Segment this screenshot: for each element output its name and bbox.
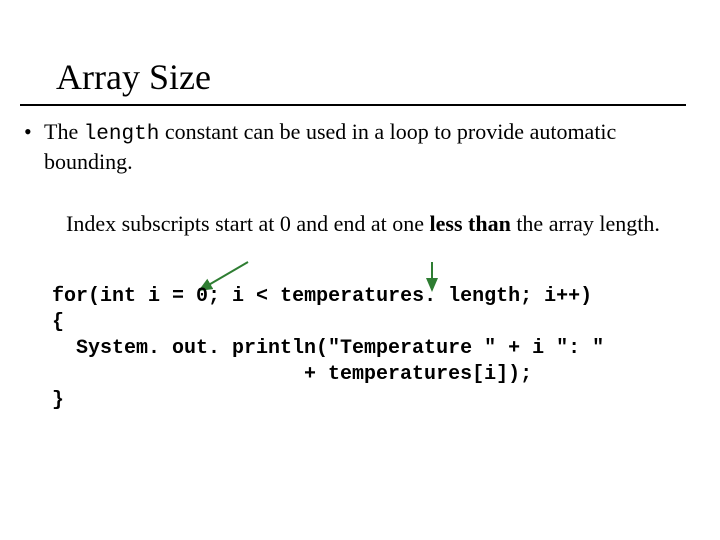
code-line-1a: for(int i = 0; i — [52, 285, 256, 308]
slide: Array Size • The length constant can be … — [0, 0, 720, 540]
bullet-text: The length constant can be used in a loo… — [44, 118, 684, 176]
code-block: for(int i = 0; i < temperatures. length;… — [52, 284, 692, 414]
code-line-4: + temperatures[i]); — [52, 363, 532, 386]
body-text: • The length constant can be used in a l… — [24, 118, 684, 176]
code-line-2: { — [52, 311, 64, 334]
code-line-1b: temperatures. length; i++) — [268, 285, 592, 308]
bullet-pre: The — [44, 119, 84, 144]
title-underline — [20, 104, 686, 106]
note-emph: less than — [430, 211, 511, 236]
note-pre: Index subscripts start at 0 and end at o… — [66, 211, 430, 236]
code-line-3: System. out. println("Temperature " + i … — [52, 337, 604, 360]
note-text: Index subscripts start at 0 and end at o… — [66, 210, 666, 238]
slide-title: Array Size — [56, 56, 211, 98]
bullet-dot: • — [24, 118, 44, 146]
bullet-item: • The length constant can be used in a l… — [24, 118, 684, 176]
code-lt: < — [256, 285, 268, 308]
note-post: the array length. — [511, 211, 660, 236]
inline-code-length: length — [84, 123, 160, 146]
code-line-5: } — [52, 389, 64, 412]
